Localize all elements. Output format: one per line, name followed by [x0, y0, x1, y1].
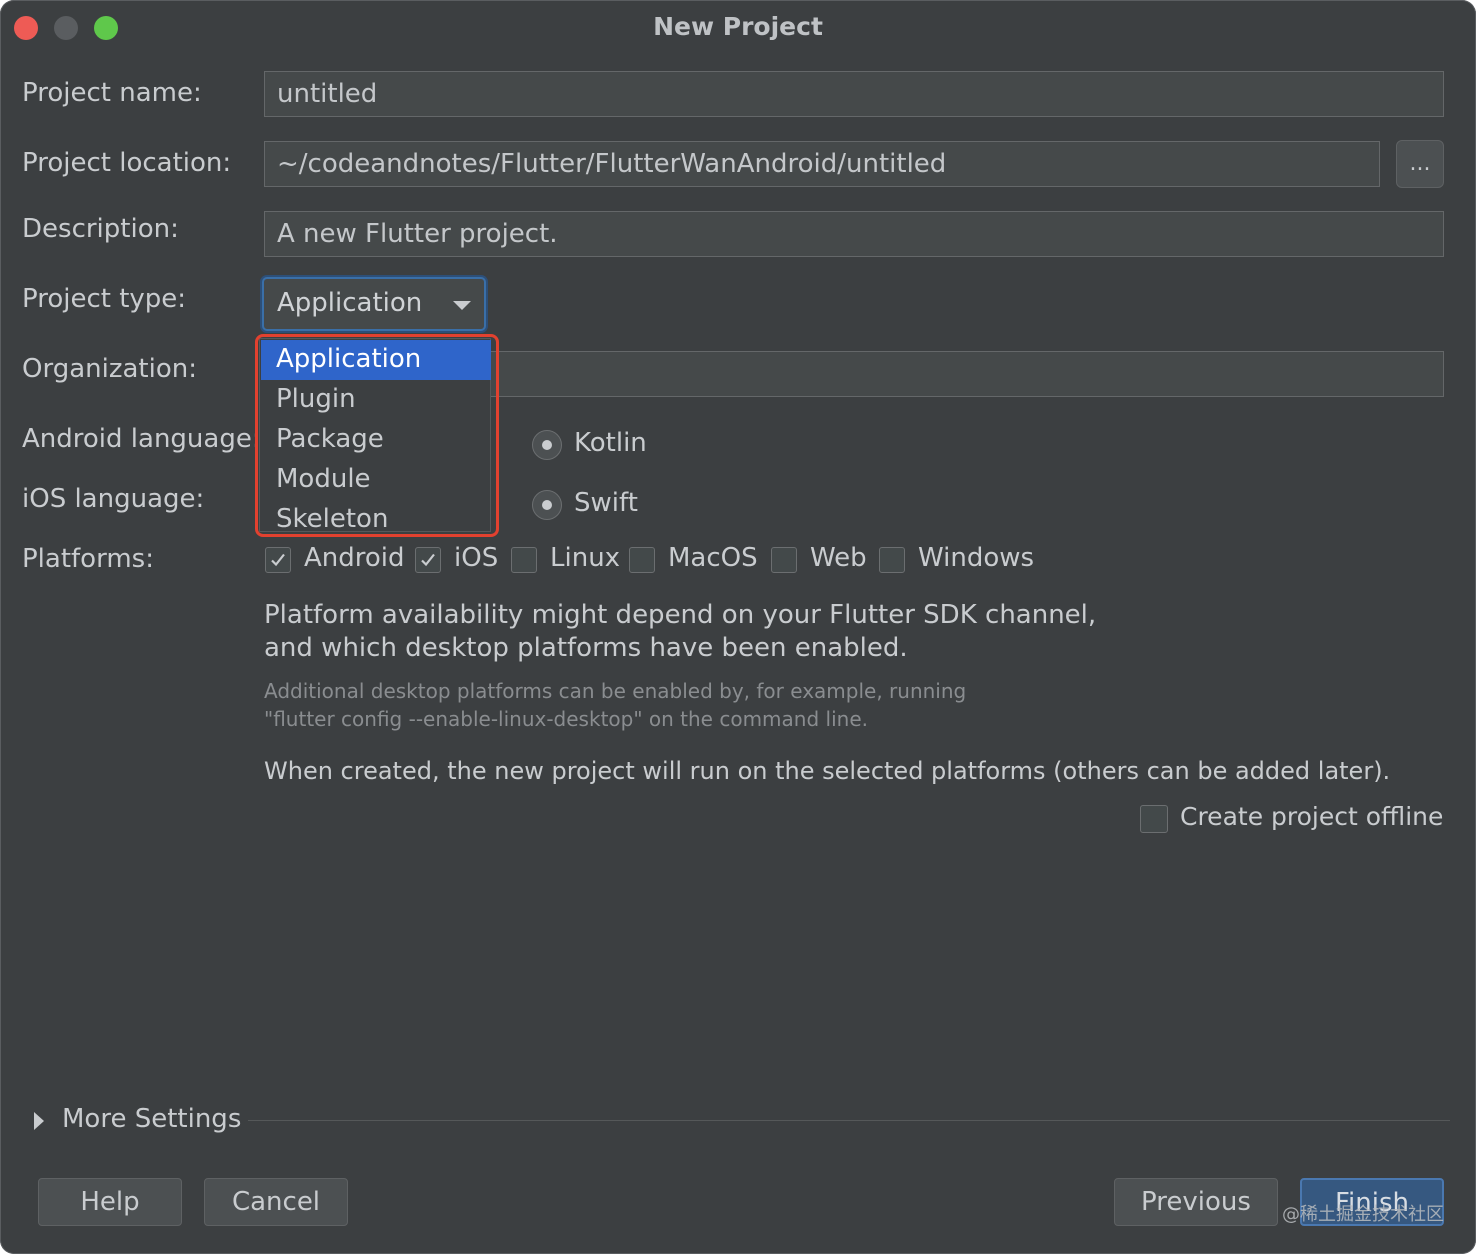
checkmark-icon	[271, 553, 285, 567]
hint-line-2: "flutter config --enable-linux-desktop" …	[264, 707, 868, 731]
web-checkbox-label: Web	[810, 543, 867, 573]
project-name-input[interactable]: untitled	[264, 71, 1444, 117]
android-checkbox[interactable]	[265, 547, 291, 573]
platform-availability-note: Platform availability might depend on yo…	[264, 599, 1096, 665]
help-button[interactable]: Help	[38, 1178, 182, 1226]
info-line-1: Platform availability might depend on yo…	[264, 600, 1097, 630]
macos-checkbox-label: MacOS	[668, 543, 758, 573]
linux-checkbox-label: Linux	[550, 543, 621, 573]
create-offline-label: Create project offline	[1180, 802, 1444, 831]
chevron-down-icon	[453, 301, 471, 310]
kotlin-radio[interactable]	[532, 430, 562, 460]
project-location-label: Project location:	[22, 148, 232, 178]
project-type-option-plugin[interactable]: Plugin	[261, 380, 491, 420]
hint-line-1: Additional desktop platforms can be enab…	[264, 679, 967, 703]
project-type-select[interactable]: Application	[262, 277, 486, 331]
more-settings-divider	[248, 1120, 1450, 1121]
more-settings-toggle[interactable]: More Settings	[62, 1104, 241, 1134]
macos-checkbox[interactable]	[629, 547, 655, 573]
swift-radio[interactable]	[532, 490, 562, 520]
project-type-option-application[interactable]: Application	[261, 340, 491, 380]
window-title: New Project	[653, 12, 823, 41]
project-name-label: Project name:	[22, 78, 202, 108]
swift-radio-label: Swift	[574, 488, 638, 518]
watermark: @稀土掘金技术社区	[1282, 1204, 1444, 1225]
windows-checkbox-label: Windows	[918, 543, 1035, 573]
windows-checkbox[interactable]	[879, 547, 905, 573]
project-type-option-skeleton[interactable]: Skeleton	[261, 500, 491, 540]
create-offline-checkbox[interactable]	[1140, 805, 1168, 833]
title-bar: New Project	[0, 0, 1476, 56]
ios-checkbox[interactable]	[415, 547, 441, 573]
web-checkbox[interactable]	[771, 547, 797, 573]
desktop-platforms-hint: Additional desktop platforms can be enab…	[264, 677, 966, 733]
browse-location-button[interactable]: ...	[1396, 140, 1444, 188]
ios-language-label: iOS language:	[22, 484, 205, 514]
linux-checkbox[interactable]	[511, 547, 537, 573]
project-type-dropdown: Application Plugin Package Module Skelet…	[259, 338, 491, 534]
project-location-input[interactable]: ~/codeandnotes/Flutter/FlutterWanAndroid…	[264, 141, 1380, 187]
radio-dot-icon	[542, 500, 552, 510]
organization-label: Organization:	[22, 354, 197, 384]
cancel-button[interactable]: Cancel	[204, 1178, 348, 1226]
previous-button[interactable]: Previous	[1114, 1178, 1278, 1226]
android-language-label: Android language:	[22, 424, 261, 454]
info-line-2: and which desktop platforms have been en…	[264, 633, 908, 663]
description-input[interactable]: A new Flutter project.	[264, 211, 1444, 257]
platforms-label: Platforms:	[22, 544, 154, 574]
project-type-selected-value: Application	[277, 288, 423, 318]
kotlin-radio-label: Kotlin	[574, 428, 647, 458]
created-note: When created, the new project will run o…	[264, 757, 1391, 785]
new-project-dialog: New Project Project name: untitled Proje…	[0, 0, 1476, 1254]
description-label: Description:	[22, 214, 179, 244]
expand-triangle-icon[interactable]	[34, 1112, 44, 1130]
project-type-option-package[interactable]: Package	[261, 420, 491, 460]
checkmark-icon	[421, 553, 435, 567]
project-type-option-module[interactable]: Module	[261, 460, 491, 500]
radio-dot-icon	[542, 440, 552, 450]
android-checkbox-label: Android	[304, 543, 405, 573]
ios-checkbox-label: iOS	[454, 543, 499, 573]
project-type-label: Project type:	[22, 284, 187, 314]
